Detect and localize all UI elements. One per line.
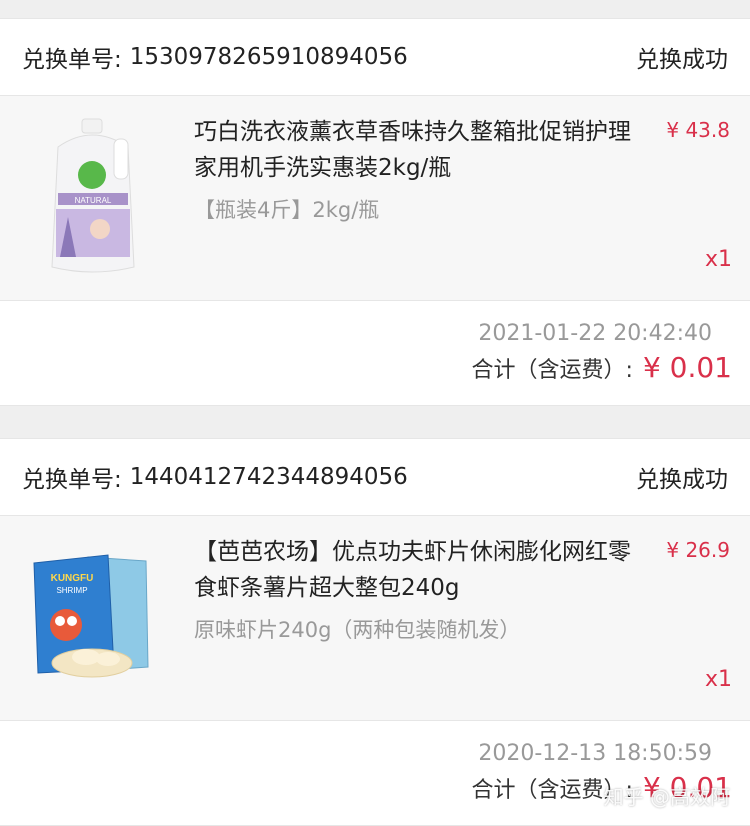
product-spec: 【瓶装4斤】2kg/瓶 [194, 198, 380, 222]
svg-text:NATURAL: NATURAL [75, 196, 112, 205]
svg-text:KUNGFU: KUNGFU [51, 573, 94, 584]
watermark: 知乎 @高效阿 [603, 785, 730, 809]
order-number: 兑换单号: 1530978265910894056 [22, 40, 408, 74]
order-item[interactable]: NATURAL 巧白洗衣液薰衣草香味持久整箱批促销护理家用机手洗实惠装2kg/瓶… [0, 96, 750, 301]
order-summary: 2020-12-13 18:50:59 合计（含运费）: ¥ 0.01 [0, 721, 750, 826]
order-status: 兑换成功 [636, 467, 728, 493]
order-time: 2020-12-13 18:50:59 [478, 741, 712, 766]
order-item[interactable]: KUNGFU SHRIMP 【芭芭农场】优点功夫虾片休闲膨化网红零食虾条薯片超大… [0, 516, 750, 721]
total-label: 合计（含运费）: [471, 358, 633, 383]
order-total: 合计（含运费）: ¥ 0.01 [472, 351, 732, 384]
product-image-detergent[interactable]: NATURAL [28, 112, 158, 282]
product-quantity: x1 [704, 247, 732, 272]
svg-text:SHRIMP: SHRIMP [56, 586, 87, 595]
product-spec: 原味虾片240g（两种包装随机发） [194, 618, 521, 642]
order-status: 兑换成功 [636, 47, 728, 73]
order-number: 兑换单号: 1440412742344894056 [22, 460, 408, 494]
product-title[interactable]: 巧白洗衣液薰衣草香味持久整箱批促销护理家用机手洗实惠装2kg/瓶 [194, 114, 634, 186]
order-summary: 2021-01-22 20:42:40 合计（含运费）: ¥ 0.01 [0, 301, 750, 406]
order-header: 兑换单号: 1530978265910894056 兑换成功 [0, 18, 750, 96]
order-header: 兑换单号: 1440412742344894056 兑换成功 [0, 438, 750, 516]
order-number-label: 兑换单号: [22, 467, 122, 493]
order-number-value: 1530978265910894056 [129, 44, 408, 70]
product-quantity: x1 [704, 667, 732, 692]
product-price: ¥ 26.9 [666, 538, 730, 562]
order-number-value: 1440412742344894056 [129, 464, 408, 490]
order-number-label: 兑换单号: [22, 47, 122, 73]
product-image-shrimp-chips[interactable]: KUNGFU SHRIMP [28, 532, 158, 702]
product-price: ¥ 43.8 [666, 118, 730, 142]
product-title[interactable]: 【芭芭农场】优点功夫虾片休闲膨化网红零食虾条薯片超大整包240g [194, 534, 634, 606]
total-amount: ¥ 0.01 [642, 351, 732, 384]
order-time: 2021-01-22 20:42:40 [478, 321, 712, 346]
